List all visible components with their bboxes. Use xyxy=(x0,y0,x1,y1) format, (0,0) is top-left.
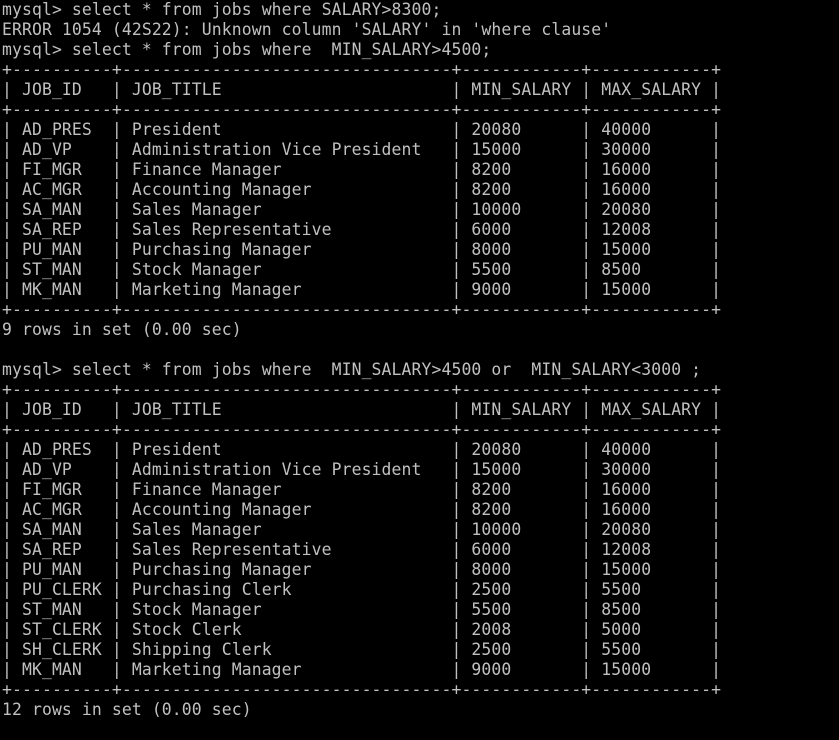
table-row: | MK_MAN | Marketing Manager | 9000 | 15… xyxy=(2,280,839,300)
table-row-text: | AD_PRES | President | 20080 | 40000 | xyxy=(2,440,722,459)
table-border-line-text: +----------+----------------------------… xyxy=(2,680,722,699)
table-row-text: | SA_MAN | Sales Manager | 10000 | 20080… xyxy=(2,520,722,539)
table-row-text: | ST_MAN | Stock Manager | 5500 | 8500 | xyxy=(2,600,722,619)
table-row: | PU_CLERK | Purchasing Clerk | 2500 | 5… xyxy=(2,580,839,600)
result-summary: 9 rows in set (0.00 sec) xyxy=(2,320,839,340)
result-summary: 12 rows in set (0.00 sec) xyxy=(2,700,839,720)
table-row: | MK_MAN | Marketing Manager | 9000 | 15… xyxy=(2,660,839,680)
table-row: | FI_MGR | Finance Manager | 8200 | 1600… xyxy=(2,480,839,500)
table-row-text: | ST_MAN | Stock Manager | 5500 | 8500 | xyxy=(2,260,722,279)
table-row-text: | SA_REP | Sales Representative | 6000 |… xyxy=(2,220,722,239)
table-row-text: | PU_CLERK | Purchasing Clerk | 2500 | 5… xyxy=(2,580,722,599)
command-line-text: mysql> select * from jobs where MIN_SALA… xyxy=(2,40,492,59)
command-line: mysql> select * from jobs where SALARY>8… xyxy=(2,0,839,20)
table-row: | SA_REP | Sales Representative | 6000 |… xyxy=(2,540,839,560)
table-border-line-text: +----------+----------------------------… xyxy=(2,380,722,399)
table-row-text: | AD_VP | Administration Vice President … xyxy=(2,140,722,159)
table-border-line: +----------+----------------------------… xyxy=(2,680,839,700)
table-row: | AC_MGR | Accounting Manager | 8200 | 1… xyxy=(2,500,839,520)
table-row-text: | SA_MAN | Sales Manager | 10000 | 20080… xyxy=(2,200,722,219)
table-border-line: +----------+----------------------------… xyxy=(2,380,839,400)
table-row: | AC_MGR | Accounting Manager | 8200 | 1… xyxy=(2,180,839,200)
table-row: | PU_MAN | Purchasing Manager | 8000 | 1… xyxy=(2,240,839,260)
table-header-row-text: | JOB_ID | JOB_TITLE | MIN_SALARY | MAX_… xyxy=(2,400,722,419)
error-message: ERROR 1054 (42S22): Unknown column 'SALA… xyxy=(2,20,839,40)
table-row-text: | ST_CLERK | Stock Clerk | 2008 | 5000 | xyxy=(2,620,722,639)
table-row: | PU_MAN | Purchasing Manager | 8000 | 1… xyxy=(2,560,839,580)
table-border-line: +----------+----------------------------… xyxy=(2,420,839,440)
table-row: | ST_MAN | Stock Manager | 5500 | 8500 | xyxy=(2,260,839,280)
table-row-text: | PU_MAN | Purchasing Manager | 8000 | 1… xyxy=(2,560,722,579)
table-row: | ST_MAN | Stock Manager | 5500 | 8500 | xyxy=(2,600,839,620)
table-row: | AD_PRES | President | 20080 | 40000 | xyxy=(2,120,839,140)
table-border-line-text: +----------+----------------------------… xyxy=(2,60,722,79)
error-message-text: ERROR 1054 (42S22): Unknown column 'SALA… xyxy=(2,20,612,39)
table-row-text: | AD_VP | Administration Vice President … xyxy=(2,460,722,479)
command-line-text: mysql> select * from jobs where SALARY>8… xyxy=(2,0,442,19)
table-header-row: | JOB_ID | JOB_TITLE | MIN_SALARY | MAX_… xyxy=(2,400,839,420)
table-row: | SA_REP | Sales Representative | 6000 |… xyxy=(2,220,839,240)
table-row: | SA_MAN | Sales Manager | 10000 | 20080… xyxy=(2,200,839,220)
table-row: | SH_CLERK | Shipping Clerk | 2500 | 550… xyxy=(2,640,839,660)
result-summary-text: 9 rows in set (0.00 sec) xyxy=(2,320,242,339)
table-border-line: +----------+----------------------------… xyxy=(2,100,839,120)
table-border-line-text: +----------+----------------------------… xyxy=(2,300,722,319)
table-header-row: | JOB_ID | JOB_TITLE | MIN_SALARY | MAX_… xyxy=(2,80,839,100)
table-row-text: | FI_MGR | Finance Manager | 8200 | 1600… xyxy=(2,480,722,499)
result-summary-text: 12 rows in set (0.00 sec) xyxy=(2,700,252,719)
table-row: | FI_MGR | Finance Manager | 8200 | 1600… xyxy=(2,160,839,180)
table-row-text: | MK_MAN | Marketing Manager | 9000 | 15… xyxy=(2,280,722,299)
table-header-row-text: | JOB_ID | JOB_TITLE | MIN_SALARY | MAX_… xyxy=(2,80,722,99)
table-row-text: | AC_MGR | Accounting Manager | 8200 | 1… xyxy=(2,500,722,519)
table-row-text: | AD_PRES | President | 20080 | 40000 | xyxy=(2,120,722,139)
table-row: | ST_CLERK | Stock Clerk | 2008 | 5000 | xyxy=(2,620,839,640)
command-line-text: mysql> select * from jobs where MIN_SALA… xyxy=(2,360,702,379)
command-line: mysql> select * from jobs where MIN_SALA… xyxy=(2,40,839,60)
table-row: | AD_PRES | President | 20080 | 40000 | xyxy=(2,440,839,460)
table-row-text: | MK_MAN | Marketing Manager | 9000 | 15… xyxy=(2,660,722,679)
table-row: | SA_MAN | Sales Manager | 10000 | 20080… xyxy=(2,520,839,540)
table-row-text: | AC_MGR | Accounting Manager | 8200 | 1… xyxy=(2,180,722,199)
table-border-line-text: +----------+----------------------------… xyxy=(2,100,722,119)
terminal-window[interactable]: mysql> select * from jobs where SALARY>8… xyxy=(2,0,839,739)
command-line: mysql> select * from jobs where MIN_SALA… xyxy=(2,360,839,380)
table-row: | AD_VP | Administration Vice President … xyxy=(2,460,839,480)
table-row-text: | FI_MGR | Finance Manager | 8200 | 1600… xyxy=(2,160,722,179)
table-border-line: +----------+----------------------------… xyxy=(2,60,839,80)
table-border-line-text: +----------+----------------------------… xyxy=(2,420,722,439)
table-row-text: | SH_CLERK | Shipping Clerk | 2500 | 550… xyxy=(2,640,722,659)
table-row-text: | PU_MAN | Purchasing Manager | 8000 | 1… xyxy=(2,240,722,259)
table-row: | AD_VP | Administration Vice President … xyxy=(2,140,839,160)
table-row-text: | SA_REP | Sales Representative | 6000 |… xyxy=(2,540,722,559)
table-border-line: +----------+----------------------------… xyxy=(2,300,839,320)
